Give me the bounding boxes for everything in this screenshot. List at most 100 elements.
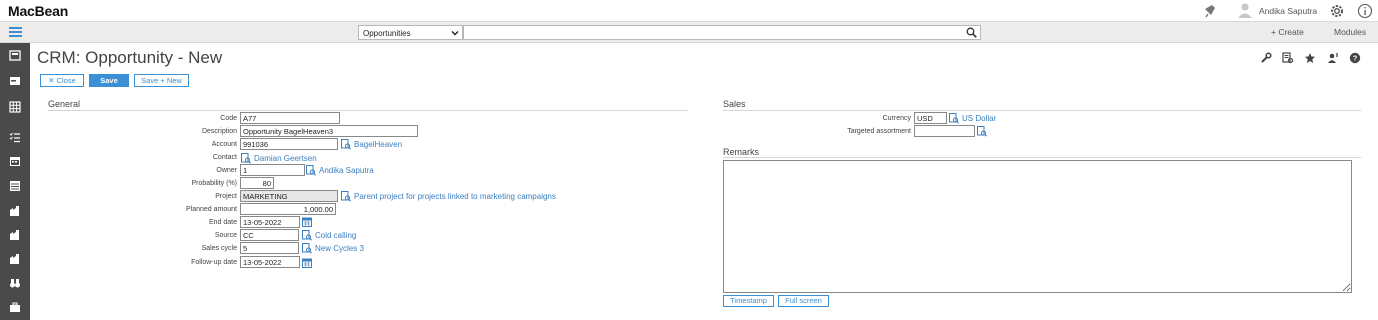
lookup-icon [306, 164, 316, 176]
menu-hamburger-icon[interactable] [0, 22, 30, 43]
help-icon[interactable]: ? [1349, 52, 1361, 64]
calendar-picker-icon[interactable] [302, 258, 312, 268]
sidebar-item-tools[interactable] [0, 271, 30, 295]
page-title: CRM: Opportunity - New [37, 48, 223, 67]
project-lookup-link[interactable]: Parent project for projects linked to ma… [341, 190, 556, 202]
lookup-icon [949, 112, 959, 124]
search-icon[interactable] [966, 27, 977, 38]
sales-cycle-lookup-link[interactable]: New Cycles 3 [302, 242, 364, 254]
contact-label: Contact [212, 154, 237, 161]
account-input[interactable]: 991036 [240, 138, 338, 150]
left-sidebar [0, 43, 30, 320]
lookup-icon [341, 190, 351, 202]
notification-icon[interactable] [1203, 4, 1217, 18]
info-icon[interactable] [1357, 3, 1373, 19]
description-input[interactable]: Opportunity BagelHeaven3 [240, 125, 418, 137]
calendar-icon [10, 157, 20, 166]
project-label: Project [215, 193, 237, 200]
sidebar-item-briefcase[interactable] [0, 295, 30, 319]
chevron-down-icon [451, 31, 459, 36]
building-icon [10, 230, 19, 240]
search-scope-select[interactable]: Opportunities [358, 25, 463, 40]
search-scope-value: Opportunities [363, 29, 411, 38]
assortment-input[interactable] [914, 125, 975, 137]
save-button[interactable]: Save [89, 74, 129, 87]
sidebar-item-card[interactable] [0, 69, 30, 93]
source-lookup-link[interactable]: Cold calling [302, 229, 356, 241]
lookup-icon [341, 138, 351, 150]
sales-cycle-name: New Cycles 3 [315, 243, 364, 253]
currency-input[interactable]: USD [914, 112, 947, 124]
description-label: Description [201, 128, 237, 135]
sidebar-item-building-2[interactable] [0, 223, 30, 247]
source-label: Source [214, 232, 237, 239]
planned-amount-label: Planned amount [186, 206, 237, 213]
source-name: Cold calling [315, 230, 357, 240]
close-button[interactable]: ✕ Close [40, 74, 84, 87]
sidebar-item-list[interactable] [0, 174, 30, 198]
svg-text:?: ? [1353, 54, 1358, 63]
end-date-label: End date [208, 219, 237, 226]
currency-name: US Dollar [962, 113, 997, 123]
building-icon [10, 206, 19, 216]
project-name: Parent project for projects linked to ma… [354, 191, 556, 201]
sales-heading: Sales [723, 99, 746, 109]
general-divider [48, 110, 688, 111]
building-icon [10, 254, 19, 264]
end-date-input[interactable]: 13-05-2022 [240, 216, 300, 228]
lookup-icon [302, 229, 312, 241]
sales-cycle-label: Sales cycle [201, 245, 237, 252]
followup-date-input[interactable]: 13-05-2022 [240, 256, 300, 268]
lookup-icon [241, 152, 251, 164]
sidebar-item-building-3[interactable] [0, 247, 30, 271]
currency-lookup-link[interactable]: US Dollar [949, 112, 996, 124]
search-input[interactable] [463, 25, 981, 40]
account-lookup-link[interactable]: BagelHeaven [341, 138, 402, 150]
followup-date-label: Follow-up date [191, 259, 237, 266]
sales-cycle-input[interactable]: 5 [240, 242, 299, 254]
timestamp-button[interactable]: Timestamp [723, 295, 774, 307]
user-name[interactable]: Andika Saputra [1259, 6, 1317, 16]
source-input[interactable]: CC [240, 229, 299, 241]
project-input[interactable]: MARKETING [240, 190, 338, 202]
sales-divider [723, 110, 1361, 111]
assortment-label: Targeted assortment [847, 128, 911, 135]
grid-icon [9, 101, 21, 113]
contact-lookup-link[interactable]: Damian Geertsen [241, 152, 317, 164]
lookup-icon [302, 242, 312, 254]
planned-amount-input[interactable]: 1,000.00 [240, 203, 336, 215]
card-icon [10, 77, 20, 85]
general-heading: General [48, 99, 81, 109]
owner-name: Andika Saputra [319, 165, 374, 175]
remarks-textarea[interactable] [723, 160, 1352, 293]
list-icon [10, 181, 20, 191]
save-new-button[interactable]: Save + New [134, 74, 189, 87]
fullscreen-button[interactable]: Full screen [778, 295, 829, 307]
owner-input[interactable]: 1 [240, 164, 305, 176]
user-avatar-icon[interactable] [1237, 2, 1253, 18]
owner-lookup-link[interactable]: Andika Saputra [306, 164, 374, 176]
modules-button[interactable]: Modules [1334, 27, 1366, 37]
register-icon [9, 50, 21, 61]
sidebar-item-calendar[interactable] [0, 149, 30, 173]
sidebar-item-dashboard[interactable] [0, 43, 30, 67]
calendar-picker-icon[interactable] [302, 217, 312, 227]
user-follow-icon[interactable] [1327, 52, 1339, 64]
owner-label: Owner [216, 167, 237, 174]
brand-logo[interactable]: MacBean [8, 3, 68, 19]
sidebar-item-grid[interactable] [0, 95, 30, 119]
create-button[interactable]: + Create [1271, 27, 1304, 37]
star-icon[interactable] [1304, 52, 1316, 64]
probability-label: Probability (%) [191, 180, 237, 187]
code-input[interactable]: A77 [240, 112, 340, 124]
wrench-icon[interactable] [1260, 52, 1272, 64]
probability-input[interactable]: 80 [240, 177, 274, 189]
settings-gear-icon[interactable] [1329, 3, 1345, 19]
sidebar-item-building-1[interactable] [0, 199, 30, 223]
sidebar-item-checklist[interactable] [0, 125, 30, 149]
document-search-icon[interactable] [1282, 52, 1294, 64]
code-label: Code [220, 115, 237, 122]
binoculars-icon [10, 279, 20, 288]
lookup-icon[interactable] [977, 126, 987, 137]
remarks-heading: Remarks [723, 147, 760, 157]
